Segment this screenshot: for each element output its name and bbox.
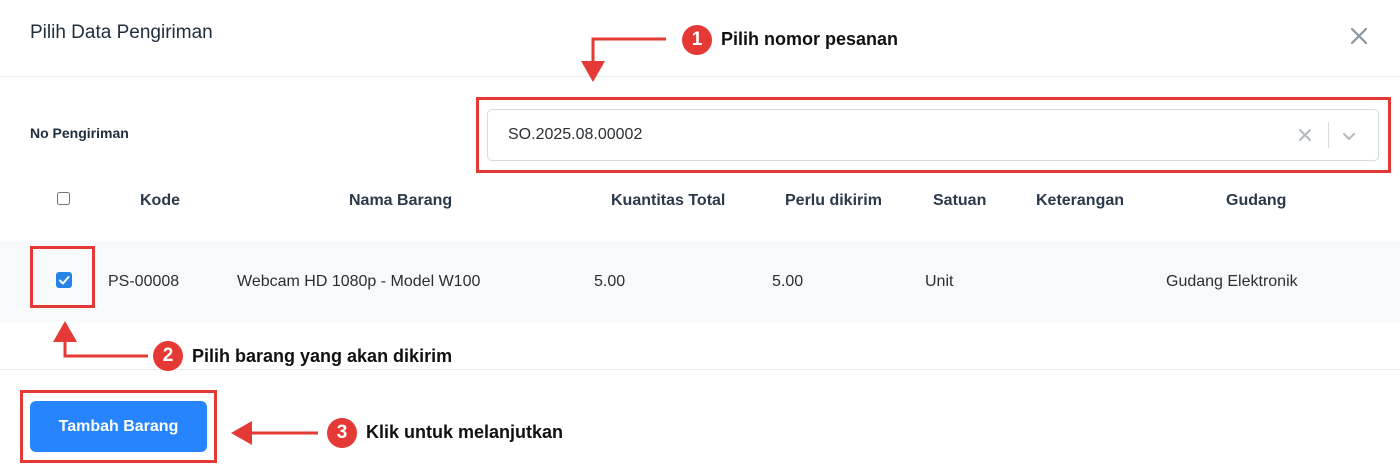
column-header-to-ship: Perlu dikirim	[785, 192, 882, 209]
highlight-box-row-checkbox	[30, 246, 95, 308]
cell-unit: Unit	[925, 273, 954, 290]
cell-item-name: Webcam HD 1080p - Model W100	[237, 273, 481, 290]
step-1-badge: 1	[682, 25, 712, 55]
step-1-callout: Pilih nomor pesanan	[721, 29, 899, 49]
select-all-checkbox[interactable]	[57, 192, 70, 205]
column-header-code: Kode	[140, 192, 180, 209]
footer-divider	[0, 369, 1400, 370]
highlight-box-shipment-select	[476, 97, 1391, 173]
step-2-badge: 2	[153, 341, 183, 371]
column-header-item-name: Nama Barang	[349, 192, 453, 209]
column-header-unit: Satuan	[933, 192, 987, 209]
highlight-box-add-button	[20, 390, 217, 463]
step-3-badge: 3	[327, 418, 357, 448]
shipment-number-label: No Pengiriman	[30, 125, 129, 141]
step-3-callout: Klik untuk melanjutkan	[366, 422, 564, 442]
step-2-callout: Pilih barang yang akan dikirim	[192, 346, 453, 366]
cell-total-quantity: 5.00	[594, 273, 626, 290]
column-header-total-quantity: Kuantitas Total	[611, 192, 726, 209]
column-header-notes: Keterangan	[1036, 192, 1125, 209]
column-header-warehouse: Gudang	[1226, 192, 1287, 209]
cell-warehouse: Gudang Elektronik	[1166, 273, 1298, 290]
header-divider	[0, 76, 1400, 77]
close-button[interactable]	[1346, 23, 1372, 49]
cell-code: PS-00008	[108, 273, 180, 290]
cell-to-ship: 5.00	[772, 273, 804, 290]
close-icon	[1350, 27, 1368, 45]
modal-title: Pilih Data Pengiriman	[30, 22, 213, 43]
